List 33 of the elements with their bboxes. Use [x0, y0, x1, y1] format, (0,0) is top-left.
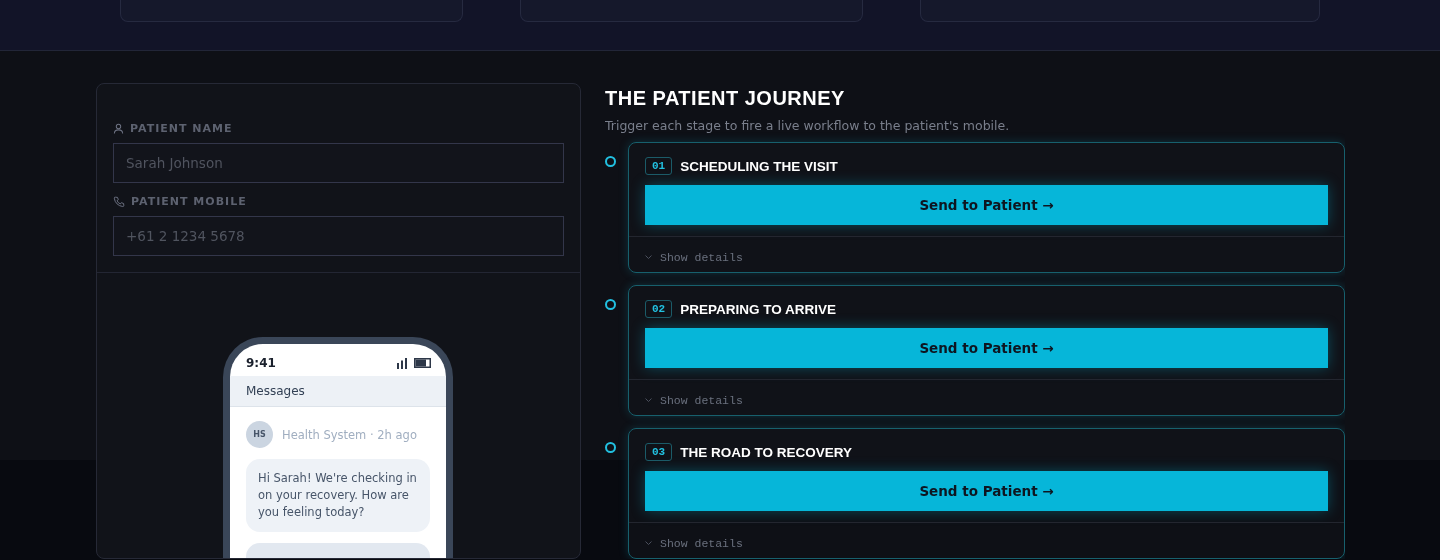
field-label: PATIENT NAME	[130, 122, 233, 135]
input-field[interactable]: Sarah Johnson	[113, 143, 564, 183]
header-title: Messages	[246, 384, 305, 398]
details-toggle[interactable]: Show details	[645, 537, 743, 550]
battery-icon	[414, 358, 431, 368]
stage-title: THE ROAD TO RECOVERY	[680, 444, 852, 460]
send-button[interactable]: Send to Patient →	[645, 471, 1328, 511]
person-icon	[113, 123, 124, 134]
signal-icon	[397, 357, 408, 369]
message-bubble: Hi Sarah! We're checking in on your recovery. How are you feeling today?	[246, 459, 430, 532]
timeline-dot	[605, 156, 616, 167]
send-button[interactable]: Send to Patient →	[645, 328, 1328, 368]
stage-title: SCHEDULING THE VISIT	[680, 158, 838, 174]
chevron-icon	[645, 541, 652, 546]
section-title: THE PATIENT JOURNEY	[605, 87, 846, 110]
details-toggle[interactable]: Show details	[645, 251, 743, 264]
details-toggle[interactable]: Show details	[645, 394, 743, 407]
step-number: 01	[645, 157, 673, 175]
send-button[interactable]: Send to Patient →	[645, 185, 1328, 225]
timeline-dot	[605, 442, 616, 453]
phone-icon	[113, 195, 125, 208]
section-subtitle: Trigger each stage to fire a live workflow to the patient's mobile.	[605, 118, 1011, 133]
timeline-dot	[605, 299, 616, 310]
avatar: HS	[246, 421, 273, 448]
sender-label: Health System · 2h ago	[282, 427, 417, 442]
step-number: 03	[645, 443, 673, 461]
chevron-icon	[645, 255, 652, 260]
chevron-icon	[645, 398, 652, 403]
step-number: 02	[645, 300, 673, 318]
stage-title: PREPARING TO ARRIVE	[680, 301, 836, 317]
field-label: PATIENT MOBILE	[131, 195, 247, 208]
status-time: 9:41	[246, 356, 276, 370]
input-field[interactable]: +61 2 1234 5678	[113, 216, 564, 256]
